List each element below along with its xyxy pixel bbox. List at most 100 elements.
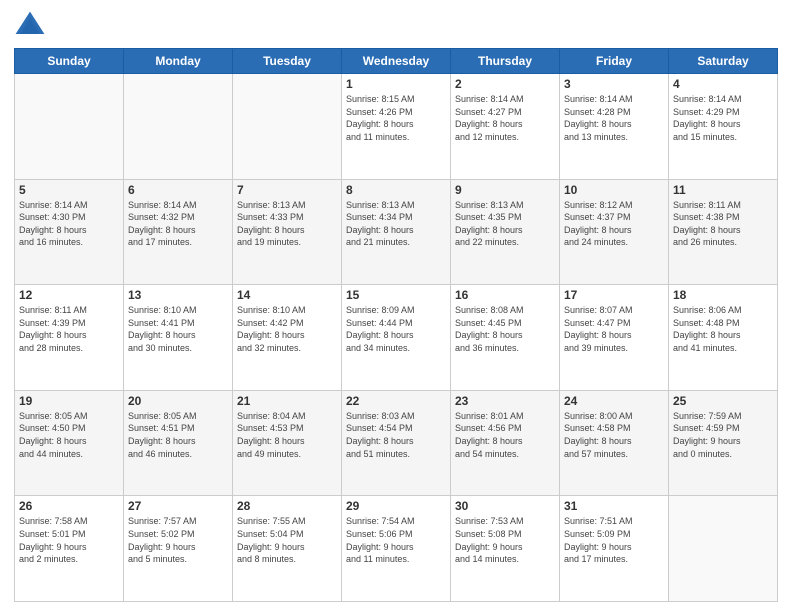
day-header-friday: Friday — [560, 49, 669, 74]
calendar-cell: 28 Sunrise: 7:55 AM Sunset: 5:04 PM Dayli… — [233, 496, 342, 602]
day-info: Sunrise: 8:14 AM Sunset: 4:29 PM Dayligh… — [673, 93, 773, 143]
day-number: 14 — [237, 288, 337, 302]
day-number: 17 — [564, 288, 664, 302]
day-number: 23 — [455, 394, 555, 408]
day-number: 29 — [346, 499, 446, 513]
calendar-cell: 27 Sunrise: 7:57 AM Sunset: 5:02 PM Dayli… — [124, 496, 233, 602]
day-info: Sunrise: 8:13 AM Sunset: 4:35 PM Dayligh… — [455, 199, 555, 249]
day-info: Sunrise: 8:10 AM Sunset: 4:42 PM Dayligh… — [237, 304, 337, 354]
day-number: 21 — [237, 394, 337, 408]
calendar-table: SundayMondayTuesdayWednesdayThursdayFrid… — [14, 48, 778, 602]
calendar-cell — [15, 74, 124, 180]
day-info: Sunrise: 8:07 AM Sunset: 4:47 PM Dayligh… — [564, 304, 664, 354]
day-info: Sunrise: 7:57 AM Sunset: 5:02 PM Dayligh… — [128, 515, 228, 565]
day-header-sunday: Sunday — [15, 49, 124, 74]
calendar-cell: 20 Sunrise: 8:05 AM Sunset: 4:51 PM Dayli… — [124, 390, 233, 496]
day-number: 15 — [346, 288, 446, 302]
calendar-week-row: 12 Sunrise: 8:11 AM Sunset: 4:39 PM Dayli… — [15, 285, 778, 391]
calendar-header-row: SundayMondayTuesdayWednesdayThursdayFrid… — [15, 49, 778, 74]
day-number: 18 — [673, 288, 773, 302]
calendar-cell: 19 Sunrise: 8:05 AM Sunset: 4:50 PM Dayli… — [15, 390, 124, 496]
day-number: 27 — [128, 499, 228, 513]
calendar-cell: 10Sunrise: 8:12 AM Sunset: 4:37 PM Dayli… — [560, 179, 669, 285]
day-info: Sunrise: 8:14 AM Sunset: 4:27 PM Dayligh… — [455, 93, 555, 143]
day-number: 22 — [346, 394, 446, 408]
calendar-cell: 24 Sunrise: 8:00 AM Sunset: 4:58 PM Dayli… — [560, 390, 669, 496]
day-info: Sunrise: 8:13 AM Sunset: 4:34 PM Dayligh… — [346, 199, 446, 249]
day-number: 20 — [128, 394, 228, 408]
calendar-cell: 25 Sunrise: 7:59 AM Sunset: 4:59 PM Dayli… — [669, 390, 778, 496]
calendar-cell: 21 Sunrise: 8:04 AM Sunset: 4:53 PM Dayli… — [233, 390, 342, 496]
day-info: Sunrise: 8:11 AM Sunset: 4:38 PM Dayligh… — [673, 199, 773, 249]
day-info: Sunrise: 8:05 AM Sunset: 4:50 PM Dayligh… — [19, 410, 119, 460]
logo-icon — [14, 10, 46, 42]
day-info: Sunrise: 8:14 AM Sunset: 4:32 PM Dayligh… — [128, 199, 228, 249]
calendar-cell: 11Sunrise: 8:11 AM Sunset: 4:38 PM Dayli… — [669, 179, 778, 285]
day-info: Sunrise: 7:58 AM Sunset: 5:01 PM Dayligh… — [19, 515, 119, 565]
day-header-thursday: Thursday — [451, 49, 560, 74]
day-number: 26 — [19, 499, 119, 513]
day-number: 13 — [128, 288, 228, 302]
day-number: 6 — [128, 183, 228, 197]
day-info: Sunrise: 8:09 AM Sunset: 4:44 PM Dayligh… — [346, 304, 446, 354]
calendar-cell: 1 Sunrise: 8:15 AM Sunset: 4:26 PM Daylig… — [342, 74, 451, 180]
day-info: Sunrise: 8:08 AM Sunset: 4:45 PM Dayligh… — [455, 304, 555, 354]
day-info: Sunrise: 8:00 AM Sunset: 4:58 PM Dayligh… — [564, 410, 664, 460]
calendar-cell: 9 Sunrise: 8:13 AM Sunset: 4:35 PM Daylig… — [451, 179, 560, 285]
calendar-cell: 30 Sunrise: 7:53 AM Sunset: 5:08 PM Dayli… — [451, 496, 560, 602]
calendar-cell: 2 Sunrise: 8:14 AM Sunset: 4:27 PM Daylig… — [451, 74, 560, 180]
day-info: Sunrise: 8:15 AM Sunset: 4:26 PM Dayligh… — [346, 93, 446, 143]
calendar-cell: 5 Sunrise: 8:14 AM Sunset: 4:30 PM Daylig… — [15, 179, 124, 285]
day-number: 5 — [19, 183, 119, 197]
calendar-week-row: 1 Sunrise: 8:15 AM Sunset: 4:26 PM Daylig… — [15, 74, 778, 180]
day-number: 28 — [237, 499, 337, 513]
day-info: Sunrise: 7:55 AM Sunset: 5:04 PM Dayligh… — [237, 515, 337, 565]
calendar-week-row: 5 Sunrise: 8:14 AM Sunset: 4:30 PM Daylig… — [15, 179, 778, 285]
day-number: 8 — [346, 183, 446, 197]
day-number: 19 — [19, 394, 119, 408]
day-info: Sunrise: 8:10 AM Sunset: 4:41 PM Dayligh… — [128, 304, 228, 354]
day-number: 31 — [564, 499, 664, 513]
calendar-cell: 17 Sunrise: 8:07 AM Sunset: 4:47 PM Dayli… — [560, 285, 669, 391]
day-number: 1 — [346, 77, 446, 91]
day-info: Sunrise: 7:53 AM Sunset: 5:08 PM Dayligh… — [455, 515, 555, 565]
calendar-cell: 12 Sunrise: 8:11 AM Sunset: 4:39 PM Dayli… — [15, 285, 124, 391]
day-number: 10 — [564, 183, 664, 197]
day-header-monday: Monday — [124, 49, 233, 74]
day-number: 2 — [455, 77, 555, 91]
day-number: 3 — [564, 77, 664, 91]
day-info: Sunrise: 8:14 AM Sunset: 4:30 PM Dayligh… — [19, 199, 119, 249]
calendar-week-row: 26 Sunrise: 7:58 AM Sunset: 5:01 PM Dayli… — [15, 496, 778, 602]
day-header-saturday: Saturday — [669, 49, 778, 74]
day-info: Sunrise: 8:05 AM Sunset: 4:51 PM Dayligh… — [128, 410, 228, 460]
day-info: Sunrise: 7:59 AM Sunset: 4:59 PM Dayligh… — [673, 410, 773, 460]
calendar-week-row: 19 Sunrise: 8:05 AM Sunset: 4:50 PM Dayli… — [15, 390, 778, 496]
day-number: 25 — [673, 394, 773, 408]
logo — [14, 10, 50, 42]
day-number: 12 — [19, 288, 119, 302]
day-number: 24 — [564, 394, 664, 408]
calendar-cell: 22 Sunrise: 8:03 AM Sunset: 4:54 PM Dayli… — [342, 390, 451, 496]
calendar-cell: 13 Sunrise: 8:10 AM Sunset: 4:41 PM Dayli… — [124, 285, 233, 391]
calendar-cell: 26 Sunrise: 7:58 AM Sunset: 5:01 PM Dayli… — [15, 496, 124, 602]
calendar-cell: 4Sunrise: 8:14 AM Sunset: 4:29 PM Daylig… — [669, 74, 778, 180]
header — [14, 10, 778, 42]
calendar-cell: 18Sunrise: 8:06 AM Sunset: 4:48 PM Dayli… — [669, 285, 778, 391]
day-info: Sunrise: 8:01 AM Sunset: 4:56 PM Dayligh… — [455, 410, 555, 460]
day-info: Sunrise: 8:11 AM Sunset: 4:39 PM Dayligh… — [19, 304, 119, 354]
calendar-cell: 14 Sunrise: 8:10 AM Sunset: 4:42 PM Dayli… — [233, 285, 342, 391]
calendar-cell — [124, 74, 233, 180]
day-header-tuesday: Tuesday — [233, 49, 342, 74]
day-info: Sunrise: 7:54 AM Sunset: 5:06 PM Dayligh… — [346, 515, 446, 565]
day-info: Sunrise: 8:04 AM Sunset: 4:53 PM Dayligh… — [237, 410, 337, 460]
page: SundayMondayTuesdayWednesdayThursdayFrid… — [0, 0, 792, 612]
calendar-cell: 3 Sunrise: 8:14 AM Sunset: 4:28 PM Daylig… — [560, 74, 669, 180]
day-number: 9 — [455, 183, 555, 197]
calendar-cell: 15 Sunrise: 8:09 AM Sunset: 4:44 PM Dayli… — [342, 285, 451, 391]
day-info: Sunrise: 8:14 AM Sunset: 4:28 PM Dayligh… — [564, 93, 664, 143]
day-number: 30 — [455, 499, 555, 513]
calendar-cell: 6 Sunrise: 8:14 AM Sunset: 4:32 PM Daylig… — [124, 179, 233, 285]
calendar-cell: 7Sunrise: 8:13 AM Sunset: 4:33 PM Daylig… — [233, 179, 342, 285]
calendar-cell: 31Sunrise: 7:51 AM Sunset: 5:09 PM Dayli… — [560, 496, 669, 602]
day-info: Sunrise: 8:03 AM Sunset: 4:54 PM Dayligh… — [346, 410, 446, 460]
